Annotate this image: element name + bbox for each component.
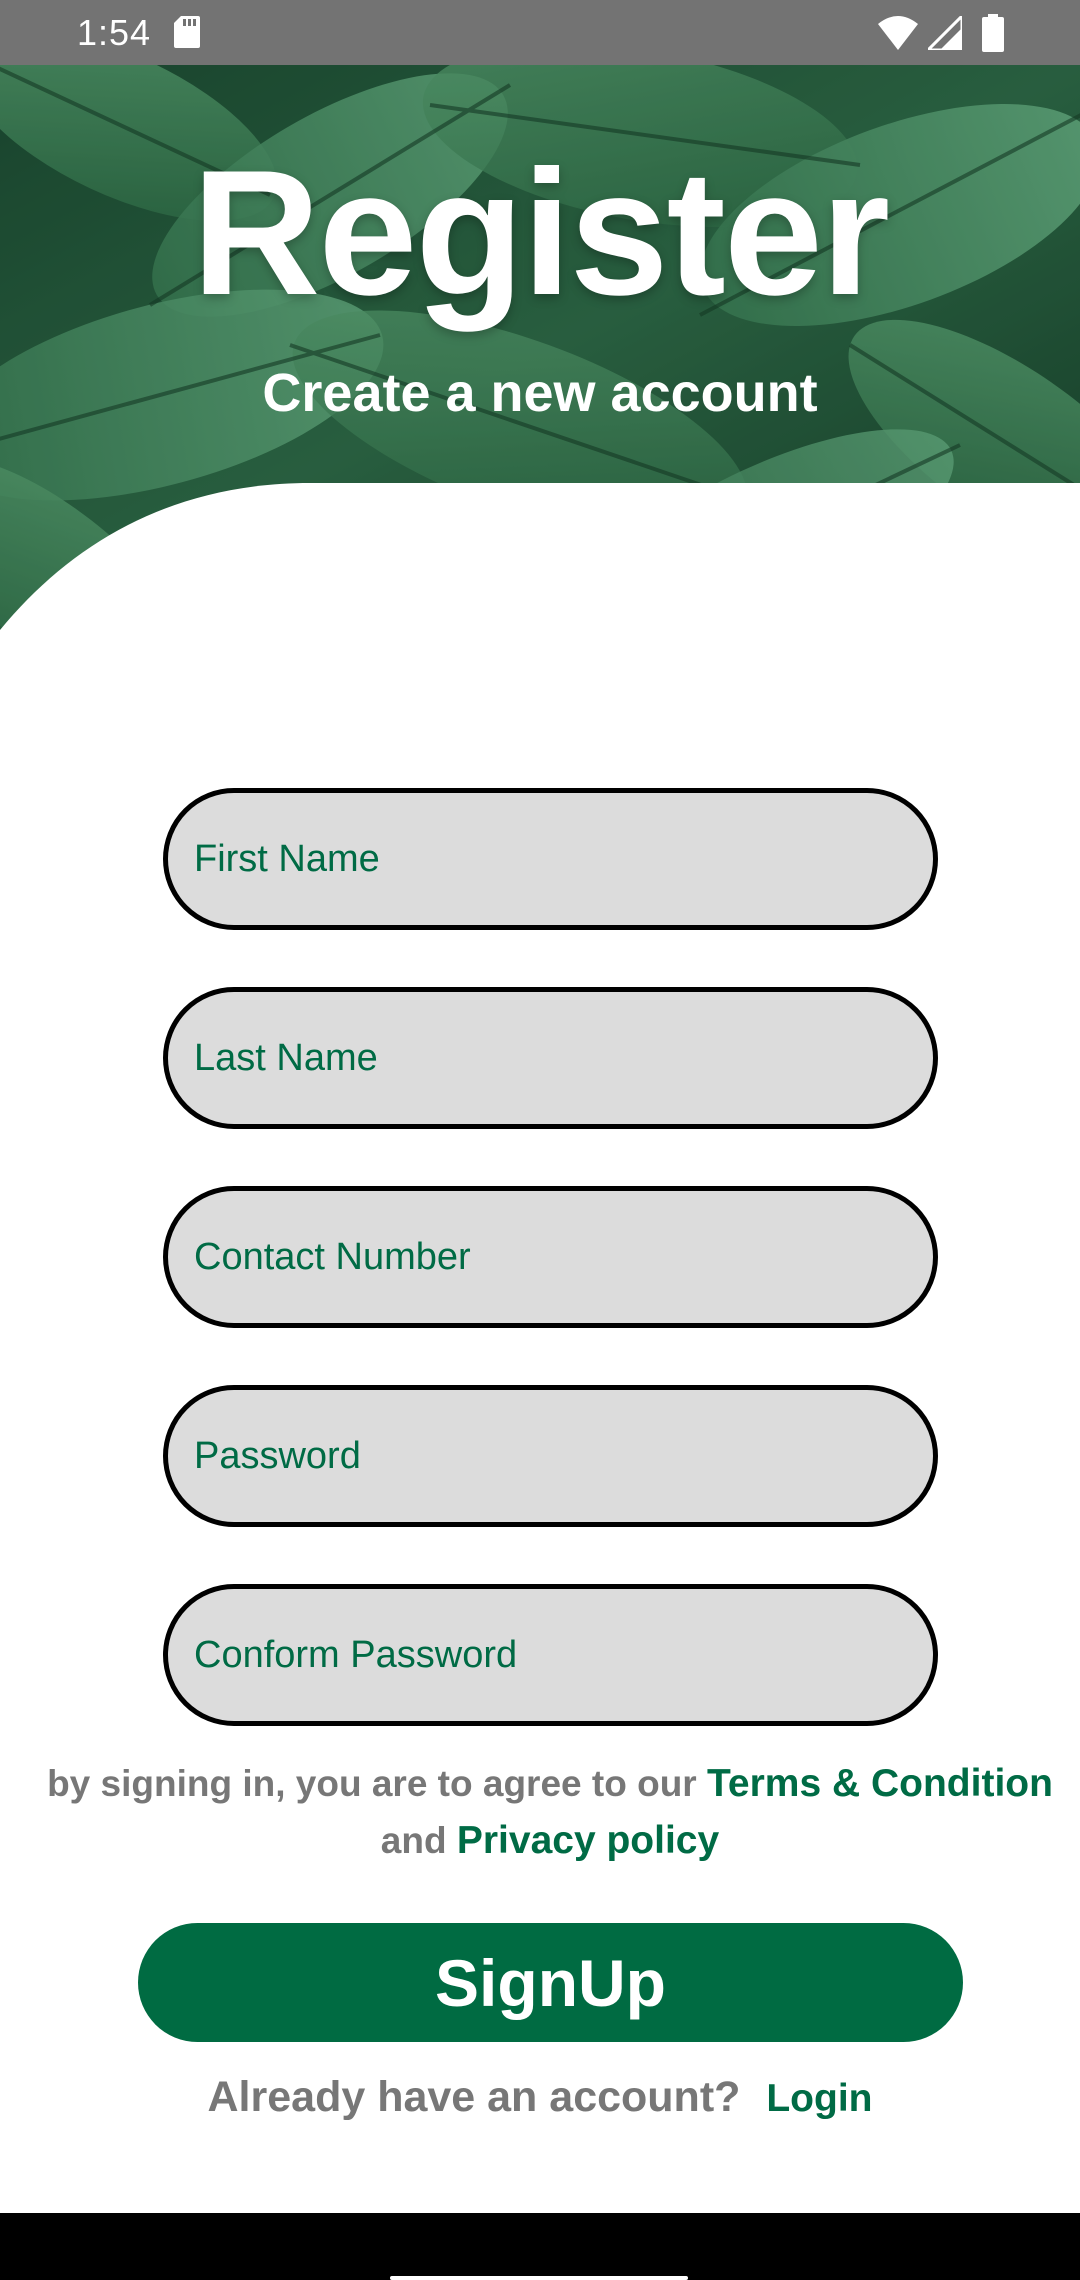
navigation-bar	[0, 2213, 1080, 2280]
status-time: 1:54	[77, 12, 152, 53]
terms-text-line: by signing in, you are to agree to our T…	[20, 1755, 1080, 1812]
status-bar: 1:54	[0, 0, 1080, 65]
first-name-input[interactable]	[163, 788, 938, 930]
sd-card-icon	[174, 16, 200, 48]
terms-prefix: by signing in, you are to agree to our	[47, 1763, 697, 1804]
login-prompt: Already have an account?	[207, 2073, 741, 2121]
gesture-pill[interactable]	[390, 2276, 688, 2280]
battery-icon	[982, 14, 1004, 52]
contact-number-input[interactable]	[163, 1186, 938, 1328]
terms-conjunction: and	[380, 1820, 447, 1861]
wifi-icon	[878, 16, 918, 50]
privacy-text-line: and Privacy policy	[20, 1812, 1080, 1869]
last-name-input[interactable]	[163, 987, 938, 1129]
page-subtitle: Create a new account	[262, 363, 818, 423]
page-title: Register	[191, 133, 890, 332]
terms-condition-link[interactable]: Terms & Condition	[707, 1762, 1053, 1805]
login-row: Already have an account? Login	[0, 2073, 1080, 2122]
password-input[interactable]	[163, 1385, 938, 1527]
privacy-policy-link[interactable]: Privacy policy	[457, 1819, 719, 1862]
signup-button[interactable]: SignUp	[138, 1923, 963, 2042]
login-link[interactable]: Login	[766, 2077, 872, 2120]
signal-icon	[928, 16, 962, 50]
header-banner: Register Create a new account	[0, 65, 1080, 635]
confirm-password-input[interactable]	[163, 1584, 938, 1726]
register-screen: 1:54 Register Create a new account First…	[0, 0, 1080, 2280]
